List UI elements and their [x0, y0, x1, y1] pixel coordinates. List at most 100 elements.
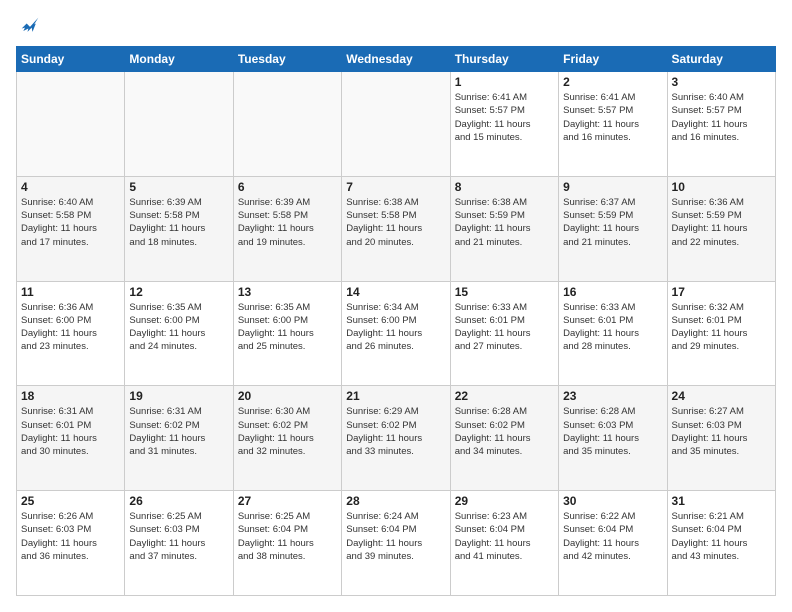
day-info: Sunrise: 6:40 AM Sunset: 5:57 PM Dayligh…	[672, 91, 771, 144]
calendar-cell: 24 Sunrise: 6:27 AM Sunset: 6:03 PM Dayli…	[667, 386, 775, 491]
day-info: Sunrise: 6:31 AM Sunset: 6:02 PM Dayligh…	[129, 405, 228, 458]
day-info: Sunrise: 6:35 AM Sunset: 6:00 PM Dayligh…	[238, 301, 337, 354]
week-row-2: 4 Sunrise: 6:40 AM Sunset: 5:58 PM Daylig…	[17, 176, 776, 281]
calendar-cell	[17, 72, 125, 177]
day-info: Sunrise: 6:28 AM Sunset: 6:02 PM Dayligh…	[455, 405, 554, 458]
day-number: 19	[129, 389, 228, 403]
week-row-1: 1 Sunrise: 6:41 AM Sunset: 5:57 PM Daylig…	[17, 72, 776, 177]
day-info: Sunrise: 6:34 AM Sunset: 6:00 PM Dayligh…	[346, 301, 445, 354]
day-number: 1	[455, 75, 554, 89]
day-number: 17	[672, 285, 771, 299]
day-info: Sunrise: 6:25 AM Sunset: 6:04 PM Dayligh…	[238, 510, 337, 563]
day-number: 7	[346, 180, 445, 194]
day-number: 8	[455, 180, 554, 194]
day-number: 26	[129, 494, 228, 508]
calendar-cell: 28Sunrise: 6:24 AM Sunset: 6:04 PM Dayli…	[342, 491, 450, 596]
calendar-cell: 6 Sunrise: 6:39 AM Sunset: 5:58 PM Daylig…	[233, 176, 341, 281]
day-info: Sunrise: 6:28 AM Sunset: 6:03 PM Dayligh…	[563, 405, 662, 458]
day-number: 23	[563, 389, 662, 403]
calendar-cell: 7 Sunrise: 6:38 AM Sunset: 5:58 PM Daylig…	[342, 176, 450, 281]
calendar-cell: 20 Sunrise: 6:30 AM Sunset: 6:02 PM Dayli…	[233, 386, 341, 491]
weekday-header-friday: Friday	[559, 47, 667, 72]
calendar-cell: 12 Sunrise: 6:35 AM Sunset: 6:00 PM Dayli…	[125, 281, 233, 386]
day-info: Sunrise: 6:36 AM Sunset: 6:00 PM Dayligh…	[21, 301, 120, 354]
calendar-cell: 4 Sunrise: 6:40 AM Sunset: 5:58 PM Daylig…	[17, 176, 125, 281]
week-row-4: 18 Sunrise: 6:31 AM Sunset: 6:01 PM Dayli…	[17, 386, 776, 491]
day-info: Sunrise: 6:29 AM Sunset: 6:02 PM Dayligh…	[346, 405, 445, 458]
day-info: Sunrise: 6:30 AM Sunset: 6:02 PM Dayligh…	[238, 405, 337, 458]
day-info: Sunrise: 6:39 AM Sunset: 5:58 PM Dayligh…	[238, 196, 337, 249]
day-number: 30	[563, 494, 662, 508]
calendar-cell: 9Sunrise: 6:37 AM Sunset: 5:59 PM Daylig…	[559, 176, 667, 281]
calendar-cell: 11 Sunrise: 6:36 AM Sunset: 6:00 PM Dayli…	[17, 281, 125, 386]
day-info: Sunrise: 6:25 AM Sunset: 6:03 PM Dayligh…	[129, 510, 228, 563]
calendar-cell: 2 Sunrise: 6:41 AM Sunset: 5:57 PM Daylig…	[559, 72, 667, 177]
calendar-cell: 1Sunrise: 6:41 AM Sunset: 5:57 PM Daylig…	[450, 72, 558, 177]
day-number: 14	[346, 285, 445, 299]
day-number: 11	[21, 285, 120, 299]
header	[16, 16, 776, 36]
day-info: Sunrise: 6:35 AM Sunset: 6:00 PM Dayligh…	[129, 301, 228, 354]
day-number: 18	[21, 389, 120, 403]
calendar-cell: 5Sunrise: 6:39 AM Sunset: 5:58 PM Daylig…	[125, 176, 233, 281]
day-number: 22	[455, 389, 554, 403]
calendar-cell: 23 Sunrise: 6:28 AM Sunset: 6:03 PM Dayli…	[559, 386, 667, 491]
day-number: 25	[21, 494, 120, 508]
calendar-cell: 22 Sunrise: 6:28 AM Sunset: 6:02 PM Dayli…	[450, 386, 558, 491]
day-number: 28	[346, 494, 445, 508]
day-info: Sunrise: 6:41 AM Sunset: 5:57 PM Dayligh…	[563, 91, 662, 144]
calendar-cell: 18 Sunrise: 6:31 AM Sunset: 6:01 PM Dayli…	[17, 386, 125, 491]
day-info: Sunrise: 6:32 AM Sunset: 6:01 PM Dayligh…	[672, 301, 771, 354]
day-info: Sunrise: 6:23 AM Sunset: 6:04 PM Dayligh…	[455, 510, 554, 563]
day-number: 21	[346, 389, 445, 403]
calendar-cell: 15 Sunrise: 6:33 AM Sunset: 6:01 PM Dayli…	[450, 281, 558, 386]
day-info: Sunrise: 6:38 AM Sunset: 5:59 PM Dayligh…	[455, 196, 554, 249]
day-number: 3	[672, 75, 771, 89]
day-info: Sunrise: 6:39 AM Sunset: 5:58 PM Dayligh…	[129, 196, 228, 249]
calendar-cell: 29 Sunrise: 6:23 AM Sunset: 6:04 PM Dayli…	[450, 491, 558, 596]
calendar-cell: 14 Sunrise: 6:34 AM Sunset: 6:00 PM Dayli…	[342, 281, 450, 386]
calendar-cell: 10Sunrise: 6:36 AM Sunset: 5:59 PM Dayli…	[667, 176, 775, 281]
weekday-header-wednesday: Wednesday	[342, 47, 450, 72]
day-number: 15	[455, 285, 554, 299]
day-number: 6	[238, 180, 337, 194]
weekday-header-monday: Monday	[125, 47, 233, 72]
day-info: Sunrise: 6:21 AM Sunset: 6:04 PM Dayligh…	[672, 510, 771, 563]
calendar-cell: 17 Sunrise: 6:32 AM Sunset: 6:01 PM Dayli…	[667, 281, 775, 386]
calendar-cell: 8 Sunrise: 6:38 AM Sunset: 5:59 PM Daylig…	[450, 176, 558, 281]
logo-bird-icon	[20, 16, 40, 36]
day-info: Sunrise: 6:40 AM Sunset: 5:58 PM Dayligh…	[21, 196, 120, 249]
day-info: Sunrise: 6:31 AM Sunset: 6:01 PM Dayligh…	[21, 405, 120, 458]
weekday-header-sunday: Sunday	[17, 47, 125, 72]
weekday-header-saturday: Saturday	[667, 47, 775, 72]
calendar-cell: 13 Sunrise: 6:35 AM Sunset: 6:00 PM Dayli…	[233, 281, 341, 386]
calendar-cell: 25Sunrise: 6:26 AM Sunset: 6:03 PM Dayli…	[17, 491, 125, 596]
calendar-cell: 27Sunrise: 6:25 AM Sunset: 6:04 PM Dayli…	[233, 491, 341, 596]
day-info: Sunrise: 6:38 AM Sunset: 5:58 PM Dayligh…	[346, 196, 445, 249]
week-row-5: 25Sunrise: 6:26 AM Sunset: 6:03 PM Dayli…	[17, 491, 776, 596]
page: SundayMondayTuesdayWednesdayThursdayFrid…	[0, 0, 792, 612]
calendar-cell	[233, 72, 341, 177]
day-info: Sunrise: 6:33 AM Sunset: 6:01 PM Dayligh…	[563, 301, 662, 354]
day-number: 13	[238, 285, 337, 299]
day-number: 20	[238, 389, 337, 403]
day-number: 29	[455, 494, 554, 508]
calendar-cell: 26 Sunrise: 6:25 AM Sunset: 6:03 PM Dayli…	[125, 491, 233, 596]
calendar-cell	[342, 72, 450, 177]
calendar-cell: 3 Sunrise: 6:40 AM Sunset: 5:57 PM Daylig…	[667, 72, 775, 177]
day-number: 16	[563, 285, 662, 299]
day-info: Sunrise: 6:36 AM Sunset: 5:59 PM Dayligh…	[672, 196, 771, 249]
weekday-header-thursday: Thursday	[450, 47, 558, 72]
calendar-cell: 19 Sunrise: 6:31 AM Sunset: 6:02 PM Dayli…	[125, 386, 233, 491]
day-info: Sunrise: 6:33 AM Sunset: 6:01 PM Dayligh…	[455, 301, 554, 354]
day-number: 4	[21, 180, 120, 194]
week-row-3: 11 Sunrise: 6:36 AM Sunset: 6:00 PM Dayli…	[17, 281, 776, 386]
day-number: 12	[129, 285, 228, 299]
calendar-cell	[125, 72, 233, 177]
weekday-header-tuesday: Tuesday	[233, 47, 341, 72]
day-info: Sunrise: 6:37 AM Sunset: 5:59 PM Dayligh…	[563, 196, 662, 249]
day-number: 24	[672, 389, 771, 403]
day-number: 2	[563, 75, 662, 89]
day-info: Sunrise: 6:27 AM Sunset: 6:03 PM Dayligh…	[672, 405, 771, 458]
calendar-cell: 30Sunrise: 6:22 AM Sunset: 6:04 PM Dayli…	[559, 491, 667, 596]
